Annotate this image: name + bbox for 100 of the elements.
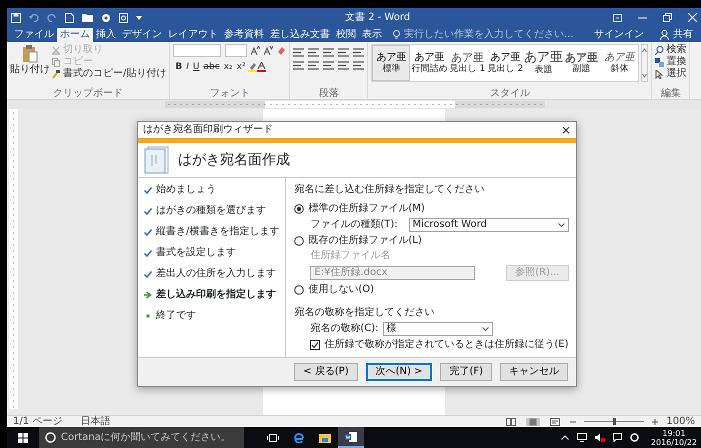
- taskbar-app[interactable]: [338, 427, 364, 448]
- format-button[interactable]: I: [184, 61, 191, 73]
- speaker-muted-icon[interactable]: [594, 433, 605, 442]
- radio-button[interactable]: [294, 285, 304, 295]
- ribbon-display-icon[interactable]: [613, 14, 622, 22]
- grow-font-icon[interactable]: [251, 46, 260, 55]
- paste-button[interactable]: 貼り付け: [10, 44, 50, 88]
- group-label: フォント: [208, 88, 251, 99]
- dropdown-icon[interactable]: [136, 16, 142, 20]
- gallery-scroll-icon[interactable]: [641, 44, 648, 82]
- view-button[interactable]: [548, 418, 562, 426]
- group-label: 編集: [660, 88, 682, 99]
- cursor-icon: [655, 70, 664, 78]
- wizard-step[interactable]: 差し込み印刷を指定します: [156, 289, 276, 301]
- font-name-field[interactable]: [173, 44, 222, 57]
- format-button[interactable]: x₂: [222, 61, 235, 73]
- check-icon: [144, 186, 152, 194]
- copy-icon: [52, 58, 61, 66]
- editing-command[interactable]: 置換: [655, 56, 686, 68]
- format-button[interactable]: B: [173, 61, 184, 73]
- ribbon-tab[interactable]: 参考資料: [221, 28, 267, 42]
- section-prompt: 宛名に差し込む住所録を指定してください: [294, 184, 486, 196]
- dialog-button[interactable]: 完了(F): [440, 363, 492, 381]
- shrink-font-icon[interactable]: [264, 46, 274, 55]
- ribbon-tab[interactable]: ホーム: [57, 28, 93, 42]
- eraser-icon[interactable]: [277, 46, 286, 55]
- undo-icon[interactable]: [29, 12, 39, 22]
- ribbon-tab[interactable]: ファイル: [11, 28, 57, 42]
- align-left-icon[interactable]: [293, 61, 304, 70]
- style-option[interactable]: あア亜 標準: [372, 45, 410, 81]
- minus-icon[interactable]: [570, 418, 576, 424]
- close-icon[interactable]: [688, 13, 697, 22]
- zoom-level: 100%: [666, 416, 695, 428]
- ribbon-tab[interactable]: 差し込み文書: [267, 28, 333, 42]
- wizard-step[interactable]: 始めましょう: [156, 184, 216, 196]
- ribbon-tab[interactable]: 挿入: [93, 28, 119, 42]
- person-icon: [660, 30, 669, 40]
- style-option[interactable]: あア亜 行間詰め: [410, 45, 448, 81]
- redo-icon[interactable]: [47, 12, 57, 22]
- chevron-up-icon[interactable]: [560, 435, 569, 440]
- font-size-field[interactable]: [225, 44, 248, 57]
- window-title: 文書 2 - Word: [344, 12, 412, 24]
- dialog-button[interactable]: 次へ(N) >: [366, 363, 432, 381]
- sign-in-link[interactable]: サインイン: [594, 28, 644, 40]
- wizard-step[interactable]: 縦書き/横書きを指定します: [156, 226, 280, 238]
- editing-command[interactable]: 検索: [655, 44, 686, 56]
- style-option[interactable]: あア亜 副題: [562, 45, 600, 81]
- font-color-icon[interactable]: [256, 62, 266, 72]
- message-icon[interactable]: [612, 433, 622, 442]
- gear-icon[interactable]: [630, 433, 639, 442]
- dialog-button[interactable]: キャンセル: [500, 363, 568, 381]
- group-label: 段落: [318, 88, 340, 99]
- wizard-step[interactable]: 差出人の住所を入力します: [156, 268, 276, 280]
- wizard-step[interactable]: はがきの種類を選びます: [156, 205, 266, 217]
- style-option[interactable]: あア亜 見出し 2: [486, 45, 524, 81]
- file-type-dropdown[interactable]: Microsoft Word: [408, 218, 568, 232]
- ribbon-tab[interactable]: 校閲: [333, 28, 359, 42]
- ribbon-tab[interactable]: レイアウト: [165, 28, 221, 42]
- save-icon[interactable]: [11, 12, 21, 22]
- format-button[interactable]: x²: [234, 61, 248, 73]
- print-preview-icon[interactable]: [119, 12, 128, 22]
- share-button[interactable]: 共有: [660, 28, 693, 40]
- print-layout-icon: [528, 418, 538, 426]
- check-icon: [144, 250, 152, 256]
- new-document-icon[interactable]: [65, 12, 74, 22]
- honorific-dropdown[interactable]: 様: [382, 322, 493, 336]
- web-layout-icon: [550, 418, 560, 426]
- style-option[interactable]: あア亜 表題: [524, 45, 562, 81]
- style-option[interactable]: あア亜 見出し 1: [448, 45, 486, 81]
- style-option[interactable]: あア亜 斜体: [600, 45, 638, 81]
- group-label: スタイル: [488, 88, 531, 99]
- ribbon-tab[interactable]: 表示: [359, 28, 385, 42]
- group-label: クリップボード: [52, 88, 124, 99]
- circle-icon: [45, 432, 56, 443]
- dialog-button[interactable]: < 戻る(P): [294, 363, 358, 381]
- wizard-step[interactable]: 書式を設定します: [156, 247, 236, 259]
- wizard-step[interactable]: 終了です: [156, 310, 196, 322]
- format-button[interactable]: U: [190, 61, 202, 73]
- zoom-slider-thumb[interactable]: [613, 418, 616, 425]
- clipboard-command[interactable]: 書式のコピー/貼り付け: [52, 68, 166, 80]
- tell-me-field[interactable]: 実行したい作業を入力してください...: [393, 28, 574, 40]
- highlight-icon[interactable]: [248, 62, 257, 72]
- cortana-search-field[interactable]: Cortanaに何か聞いてみてください。: [39, 427, 244, 448]
- restore-icon[interactable]: [663, 13, 672, 22]
- close-button[interactable]: ×: [560, 122, 571, 138]
- page-count: 1/1 ページ: [13, 416, 62, 428]
- radio-button[interactable]: [294, 204, 304, 214]
- folder-icon[interactable]: [82, 13, 93, 22]
- editing-command[interactable]: 選択: [655, 68, 686, 80]
- network-icon[interactable]: [576, 433, 587, 442]
- checkbox[interactable]: [310, 340, 320, 350]
- task-view-icon: [267, 432, 279, 442]
- view-button[interactable]: [504, 418, 518, 426]
- radio-button[interactable]: [294, 236, 304, 246]
- view-button[interactable]: [526, 418, 540, 426]
- bullet-list-icon[interactable]: [293, 48, 304, 57]
- format-button[interactable]: abc: [202, 61, 222, 73]
- plus-icon[interactable]: [652, 418, 658, 424]
- ribbon-tab[interactable]: デザイン: [119, 28, 165, 42]
- language-label: 日本語: [80, 416, 110, 428]
